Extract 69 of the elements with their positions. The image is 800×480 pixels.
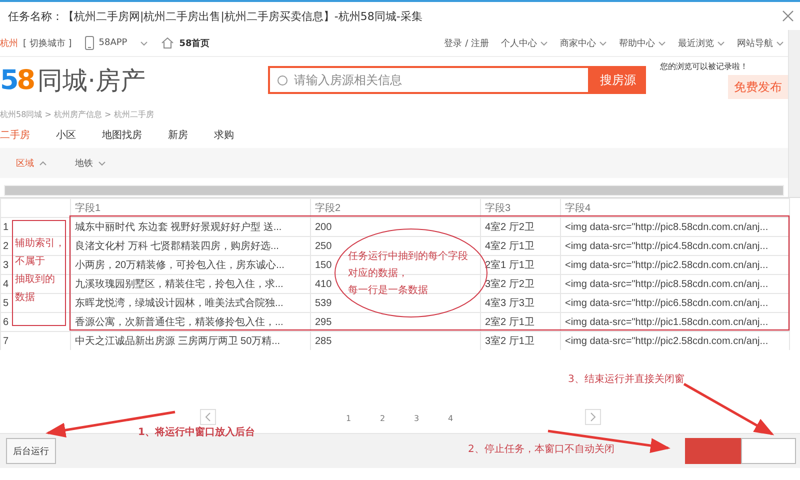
site-logo[interactable]: 58 同城·房产 [0,64,268,96]
column-header: 字段4 [560,198,790,218]
column-header: 字段3 [480,198,560,218]
home-link[interactable]: 58首页 [179,36,210,50]
nav-tab[interactable]: 地图找房 [102,128,142,142]
circle-icon [277,75,288,86]
table-cell: 200 [310,218,480,236]
window-title: 任务名称：【杭州二手房网|杭州二手房出售|杭州二手房买卖信息】-杭州58同城-采集 [8,8,422,24]
next-page-button[interactable] [585,409,601,425]
table-cell: 4室2 厅1卫 [480,236,560,256]
table-cell: 小两房，20万精装修，可拎包入住，房东诚心... [70,256,310,274]
nav-link[interactable]: 最近浏览 [678,36,714,50]
city-label: 杭州 [0,38,18,50]
annotation-text: 2、停止任务，本窗口不自动关闭 [468,442,614,456]
table-cell: <img data-src="http://pic8.58cdn.com.cn/anj... [560,274,790,294]
stop-button[interactable] [685,438,741,464]
annotation-text: 3、结束运行并直接关闭窗 [568,372,684,386]
table-cell: <img data-src="http://pic2.58cdn.com.cn/anj... [560,256,790,274]
caret-icon [140,40,148,46]
nav-link[interactable]: 登录 / 注册 [444,36,489,50]
table-cell: 3室2 厅2卫 [480,274,560,294]
home-icon [161,37,174,49]
filter-tab[interactable]: 地铁 [75,156,93,170]
table-cell: <img data-src="http://pic6.58cdn.com.cn/anj... [560,294,790,312]
vertical-scrollbar[interactable] [788,30,800,197]
table-cell: 九溪玫瑰园别墅区，精装住宅，拎包入住，求... [70,274,310,294]
table-cell: 539 [310,294,480,312]
row-index: 6 [0,312,70,332]
close-button[interactable] [741,438,796,464]
table-cell: 城东中丽时代 东边套 视野好景观好好户型 送... [70,218,310,236]
chevron-right-icon [590,412,596,422]
table-cell: 良渚文化村 万科 七贤郡精装四房，购房好选... [70,236,310,256]
table-cell: 东晖龙悦湾，绿城设计园林，唯美法式合院独... [70,294,310,312]
nav-tab[interactable]: 二手房 [0,128,30,142]
nav-tab[interactable]: 求购 [214,128,234,142]
switch-city-link[interactable]: [ 切换城市 ] [23,36,72,50]
page-link[interactable]: 4 [448,414,482,423]
column-header: 字段1 [70,198,310,218]
page-link[interactable]: 1 [346,414,380,423]
nav-link[interactable]: 帮助中心 [619,36,655,50]
table-cell: 4室2 厅2卫 [480,218,560,236]
table-cell: 295 [310,312,480,332]
column-header: 字段2 [310,198,480,218]
previous-page-button[interactable] [200,409,216,425]
nav-tab[interactable]: 小区 [56,128,76,142]
close-icon[interactable] [782,10,794,22]
notice-text: 您的浏览可以被记录啦！ [660,61,748,72]
table-cell: <img data-src="http://pic4.58cdn.com.cn/anj... [560,236,790,256]
annotation-note: 辅助索引， 不属于 抽取到的 数据 [12,220,66,326]
row-index: 1 [0,218,70,236]
nav-link[interactable]: 网站导航 [737,36,773,50]
nav-link[interactable]: 商家中心 [560,36,596,50]
table-cell: <img data-src="http://pic8.58cdn.com.cn/anj... [560,218,790,236]
page-link[interactable]: 3 [414,414,448,423]
phone-icon [84,36,94,50]
search-field[interactable]: 请输入房源相关信息 [268,66,590,94]
table-cell: <img data-src="http://pic1.58cdn.com.cn/anj... [560,312,790,332]
nav-tab[interactable]: 新房 [168,128,188,142]
table-cell: 4室3 厅3卫 [480,294,560,312]
chevron-left-icon [205,412,211,422]
app-link[interactable]: 58APP [98,38,128,48]
nav-link[interactable]: 个人中心 [501,36,537,50]
background-run-button[interactable]: 后台运行 [6,438,56,464]
breadcrumb: 杭州58同城 > 杭州房产信息 > 杭州二手房 [0,109,155,121]
annotation-text: 1、将运行中窗口放入后台 [138,426,255,439]
row-index: 7 [0,332,70,350]
table-cell: 2室2 厅1卫 [480,312,560,332]
page-link[interactable]: 2 [380,414,414,423]
table-cell: 香源公寓，次新普通住宅，精装修拎包入住，... [70,312,310,332]
